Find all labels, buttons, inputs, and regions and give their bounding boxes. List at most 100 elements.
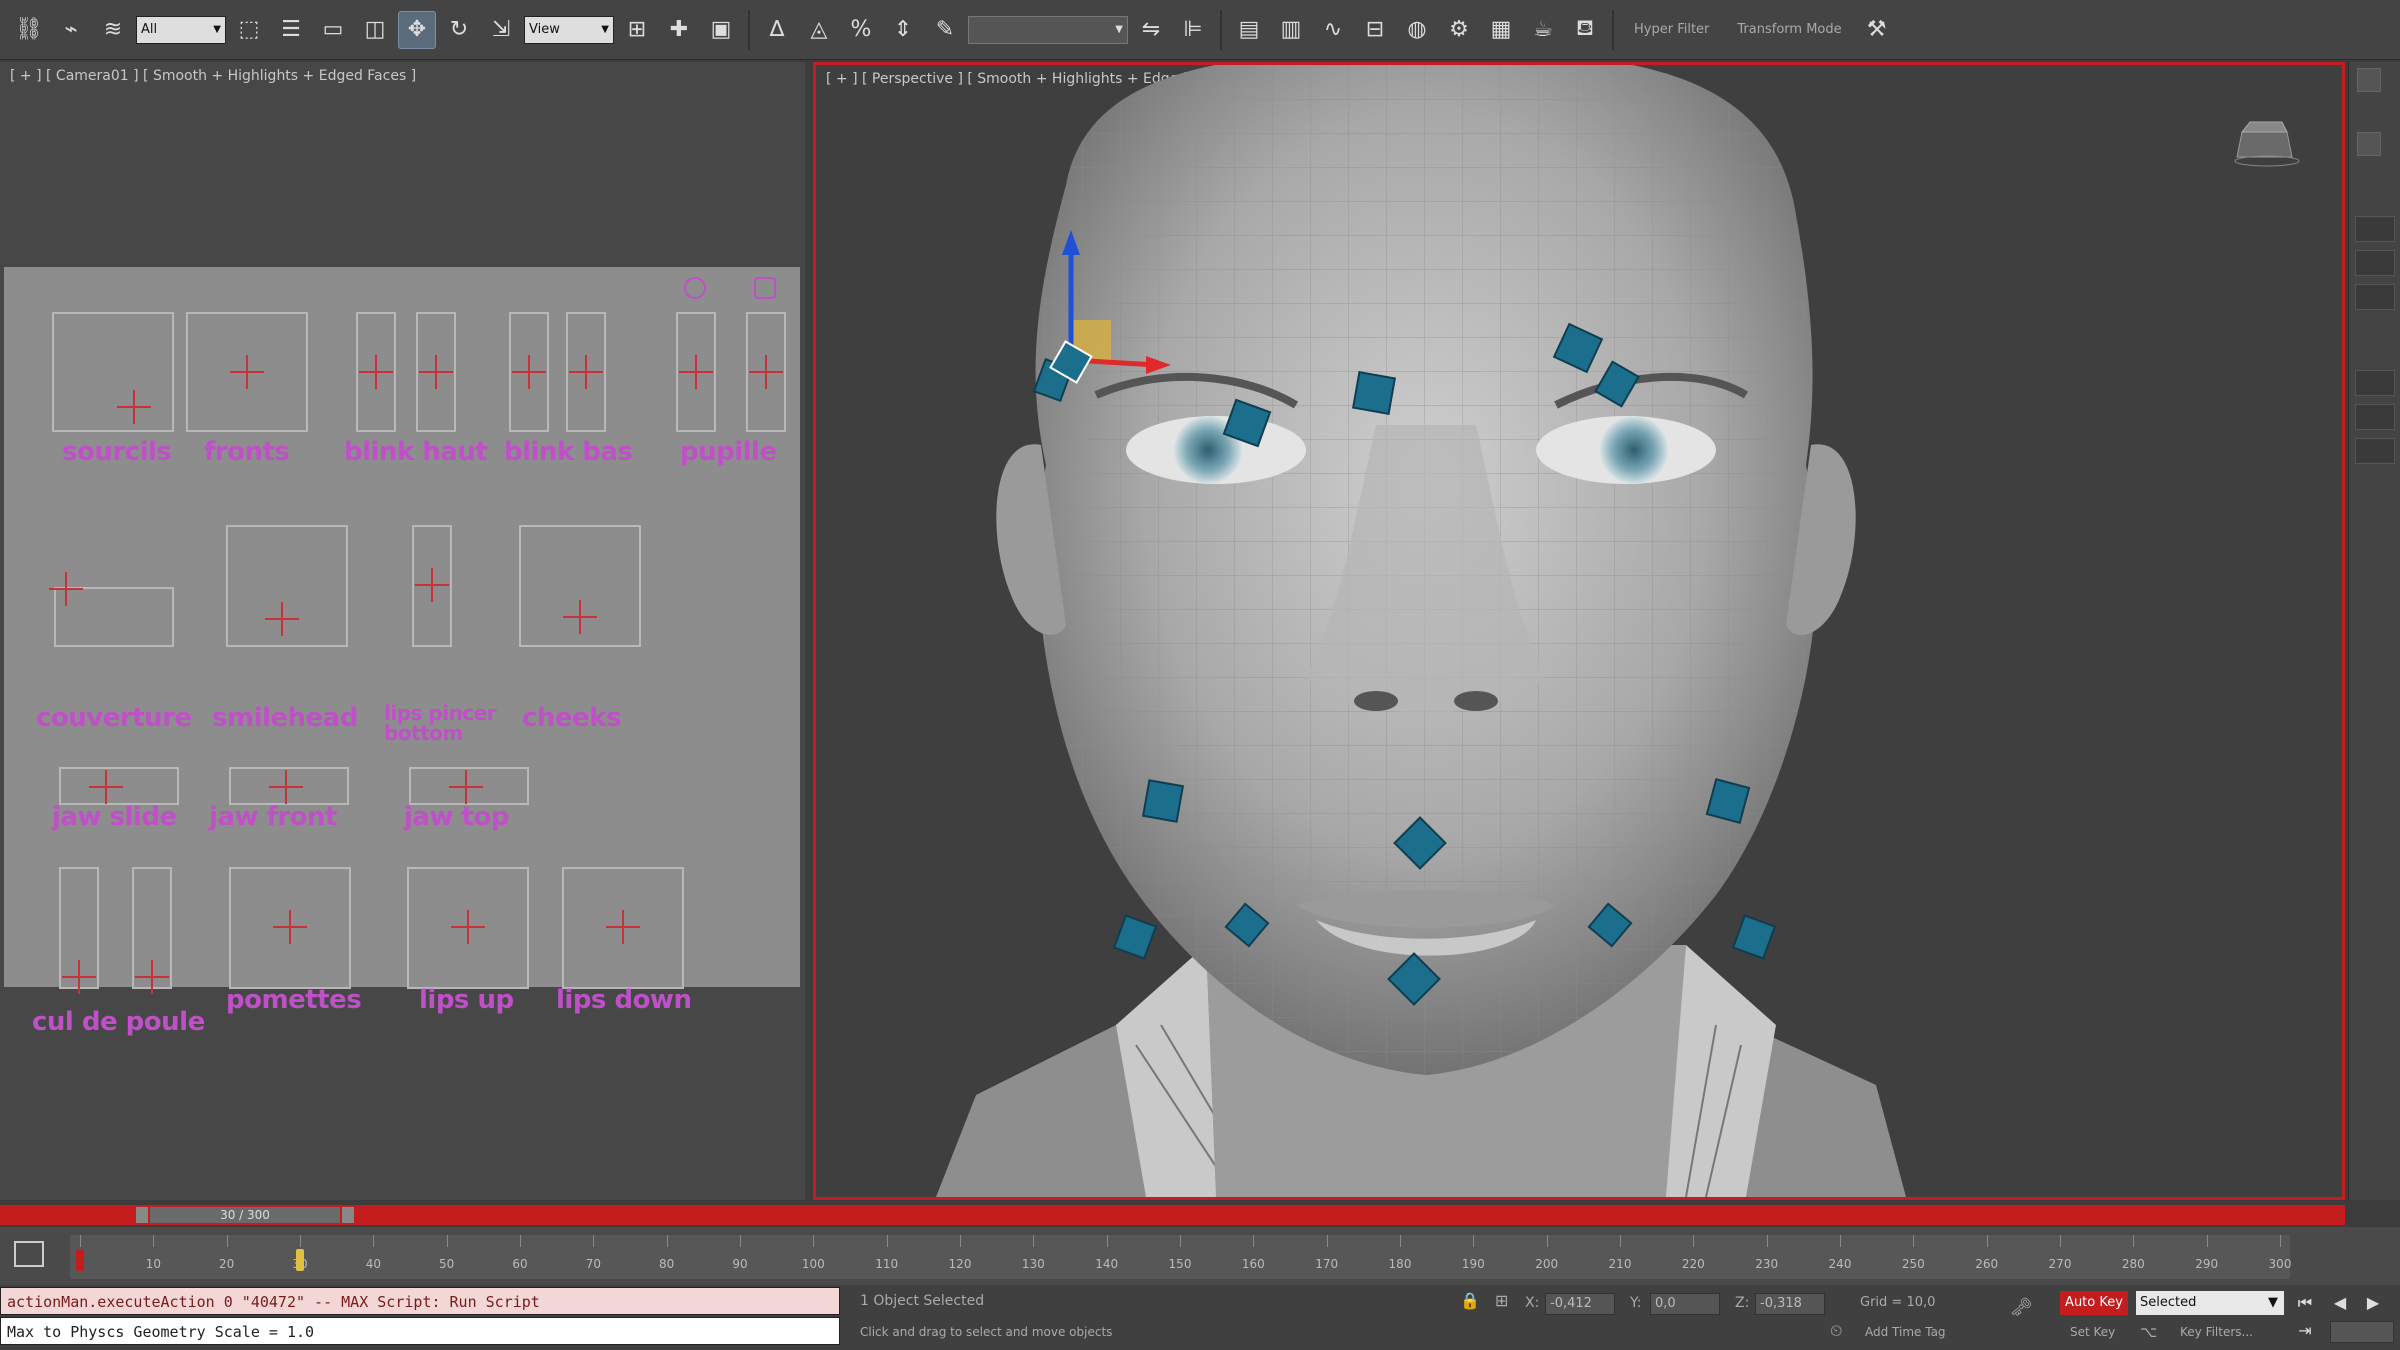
nostril-left [1354,691,1398,711]
key-mode-icon[interactable]: ⇥ [2290,1319,2320,1343]
viewcube[interactable] [2232,117,2302,167]
hyper-filter-label[interactable]: Hyper Filter [1634,22,1709,37]
x-coordinate-field[interactable]: -0,412 [1545,1293,1615,1315]
jaw-top-handle[interactable] [449,770,483,804]
couverture-handle[interactable] [49,572,83,606]
param-field[interactable] [2355,250,2395,276]
curve-editor-icon[interactable]: ∿ [1314,11,1352,49]
cheeks-handle[interactable] [563,600,597,634]
blink-haut-handle-left[interactable] [359,355,393,389]
fronts-handle[interactable] [230,355,264,389]
layer-icon[interactable]: ▤ [1230,11,1268,49]
previous-frame-icon[interactable]: ◀ [2325,1291,2355,1315]
maxscript-listener-input[interactable]: actionMan.executeAction 0 "40472" -- MAX… [0,1287,840,1315]
key-filters-button[interactable]: Key Filters... [2180,1325,2253,1339]
bone-marker-brow-inner-right[interactable] [1351,370,1397,416]
set-key-icon[interactable]: ⌥ [2140,1323,2157,1341]
blink-bas-handle-right[interactable] [569,355,603,389]
ribbon-icon[interactable]: ▥ [1272,11,1310,49]
create-tab-icon[interactable] [2357,68,2381,92]
frame-tick-label: 80 [659,1257,675,1271]
pupille-handle-right[interactable] [749,355,783,389]
set-key-button[interactable]: Set Key [2070,1325,2115,1339]
camera-viewport[interactable]: [ + ] [ Camera01 ] [ Smooth + Highlights… [0,62,805,1200]
z-coordinate-field[interactable]: -0,318 [1755,1293,1825,1315]
play-icon[interactable]: ▶ [2358,1291,2388,1315]
spinner-snap-icon[interactable]: ⇕ [884,11,922,49]
mini-curve-editor-icon[interactable] [14,1241,44,1267]
current-frame-marker[interactable] [296,1249,304,1271]
jaw-front-handle[interactable] [269,770,303,804]
percent-snap-icon[interactable]: % [842,11,880,49]
cul-de-poule-handle-left[interactable] [62,960,96,994]
select-manipulate-icon[interactable]: ✚ [660,11,698,49]
sourcils-handle[interactable] [117,390,151,424]
param-field[interactable] [2355,438,2395,464]
lock-selection-icon[interactable]: 🔒 [1460,1291,1480,1310]
transform-mode-label[interactable]: Transform Mode [1737,22,1841,37]
select-link-icon[interactable]: ⛓ [10,11,48,49]
param-field[interactable] [2355,370,2395,396]
current-frame-field[interactable] [2330,1321,2394,1343]
smilehead-handle[interactable] [265,602,299,636]
viewport-label[interactable]: [ + ] [ Camera01 ] [ Smooth + Highlights… [10,68,416,84]
jaw-slide-handle[interactable] [89,770,123,804]
lips-pincer-handle[interactable] [415,568,449,602]
render-frame-icon[interactable]: ▦ [1482,11,1520,49]
extras-icon[interactable]: ⚒ [1858,11,1896,49]
angle-snap-icon[interactable]: ◬ [800,11,838,49]
y-coordinate-field[interactable]: 0,0 [1650,1293,1720,1315]
snap-icon[interactable]: ∆ [758,11,796,49]
select-object-icon[interactable]: ⬚ [230,11,268,49]
param-field[interactable] [2355,284,2395,310]
schematic-icon[interactable]: ⊟ [1356,11,1394,49]
window-crossing-icon[interactable]: ◫ [356,11,394,49]
edit-named-sets-icon[interactable]: ✎ [926,11,964,49]
pomettes-handle[interactable] [273,910,307,944]
perspective-viewport[interactable]: [ + ] [ Perspective ] [ Smooth + Highlig… [813,62,2345,1200]
time-tag-icon[interactable]: ⏲ [1830,1321,1842,1341]
select-by-name-icon[interactable]: ☰ [272,11,310,49]
unlink-icon[interactable]: ⌁ [52,11,90,49]
reference-coordinate-dropdown[interactable]: View ▼ [524,15,614,44]
scale-icon[interactable]: ⇲ [482,11,520,49]
render-icon[interactable]: ☕ [1524,11,1562,49]
bone-marker-jaw-right[interactable] [1731,914,1777,960]
modify-tab-icon[interactable] [2357,132,2381,156]
material-editor-icon[interactable]: ◍ [1398,11,1436,49]
rectangle-region-icon[interactable]: ▭ [314,11,352,49]
add-time-tag[interactable]: Add Time Tag [1865,1325,1946,1339]
maxscript-listener-output[interactable]: Max to Physcs Geometry Scale = 1.0 [0,1317,840,1345]
bone-marker-cheek-left[interactable] [1141,779,1185,823]
key-icon[interactable]: 🗝 [2010,1297,2033,1318]
blink-haut-handle-right[interactable] [419,355,453,389]
head-model[interactable] [816,65,2342,1197]
named-selection-set-field[interactable]: ▼ [968,15,1128,44]
auto-key-button[interactable]: Auto Key [2060,1291,2128,1315]
lips-up-handle[interactable] [451,910,485,944]
param-field[interactable] [2355,404,2395,430]
frame-tick [226,1235,228,1247]
frame-ruler[interactable]: 0102030405060708090100110120130140150160… [70,1235,2291,1279]
absolute-mode-icon[interactable]: ⊞ [1495,1291,1508,1310]
bind-spacewarp-icon[interactable]: ≋ [94,11,132,49]
align-icon[interactable]: ⊫ [1174,11,1212,49]
time-slider-thumb[interactable]: 30 / 300 [136,1207,354,1223]
render-setup-icon[interactable]: ⚙ [1440,11,1478,49]
go-to-start-icon[interactable]: ⏮ [2290,1291,2320,1315]
pupille-handle-left[interactable] [679,355,713,389]
pivot-icon[interactable]: ⊞ [618,11,656,49]
bone-marker-jaw-left[interactable] [1112,914,1158,960]
blink-bas-handle-left[interactable] [512,355,546,389]
teapot-icon[interactable]: ⛾ [1566,11,1604,49]
mirror-icon[interactable]: ⇋ [1132,11,1170,49]
keyframe-marker[interactable] [76,1249,84,1271]
param-field[interactable] [2355,216,2395,242]
cul-de-poule-handle-right[interactable] [135,960,169,994]
key-filter-dropdown[interactable]: Selected ▼ [2136,1291,2284,1315]
rotate-icon[interactable]: ↻ [440,11,478,49]
move-icon[interactable]: ✥ [398,10,436,49]
keyboard-shortcut-icon[interactable]: ▣ [702,11,740,49]
lips-down-handle[interactable] [606,910,640,944]
selection-filter-dropdown[interactable]: All ▼ [136,15,226,44]
